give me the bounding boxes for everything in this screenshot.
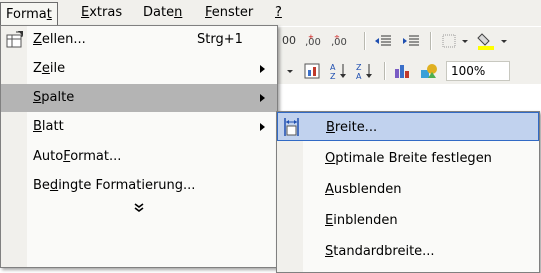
submenu-item-label: Standardbreite... — [325, 244, 435, 259]
submenu-arrow-icon — [260, 123, 265, 131]
menu-item-label: AutoFormat... — [33, 149, 122, 164]
menu-help[interactable]: ? — [270, 3, 287, 23]
svg-text:Z: Z — [356, 63, 362, 72]
menu-daten[interactable]: Daten — [138, 3, 187, 23]
submenu-item-breite[interactable]: Breite... — [277, 112, 539, 141]
separator — [430, 32, 432, 50]
menu-item-bedingte-formatierung[interactable]: Bedingte Formatierung... — [1, 172, 277, 200]
separator — [364, 32, 366, 50]
menu-item-label: Zeile — [33, 61, 66, 76]
sort-ascending-icon: A Z — [330, 63, 346, 81]
submenu-item-einblenden[interactable]: Einblenden — [277, 206, 539, 235]
zoom-select[interactable]: 100% — [446, 61, 510, 81]
menu-extras[interactable]: Extras — [76, 3, 127, 23]
menu-item-spalte[interactable]: Spalte — [1, 84, 277, 112]
chart-wizard-icon — [304, 63, 320, 79]
submenu-item-label: Optimale Breite festlegen — [325, 151, 492, 166]
menu-item-label: Zellen... — [33, 32, 86, 47]
submenu-item-ausblenden[interactable]: Ausblenden — [277, 175, 539, 204]
svg-text:A: A — [356, 72, 362, 81]
submenu-item-label: Einblenden — [325, 213, 398, 228]
fill-color-button[interactable] — [476, 31, 512, 51]
decrease-indent-icon — [375, 35, 391, 46]
menu-item-label: Blatt — [33, 119, 64, 134]
drawing-icon — [421, 64, 437, 78]
menu-item-autoformat[interactable]: AutoFormat... — [1, 143, 277, 171]
menu-item-zeile[interactable]: Zeile — [1, 55, 277, 83]
format-menu: Zellen... Strg+1 Zeile Spalte Blatt Auto… — [0, 25, 278, 268]
borders-icon — [442, 34, 468, 48]
number-format-label: 00 — [282, 34, 296, 47]
svg-text:A: A — [330, 63, 336, 72]
decrease-indent-button[interactable] — [372, 31, 394, 51]
fill-color-icon — [477, 33, 507, 50]
menu-item-zellen[interactable]: Zellen... Strg+1 — [1, 26, 277, 54]
sort-ascending-button[interactable]: A Z — [328, 61, 350, 81]
bar-chart-icon — [395, 65, 409, 78]
menu-fenster[interactable]: Fenster — [200, 3, 258, 23]
decrease-decimal-icon: ‚00÷ — [331, 33, 347, 48]
menu-item-blatt[interactable]: Blatt — [1, 113, 277, 141]
chart-button[interactable] — [392, 61, 416, 81]
svg-text:Z: Z — [330, 72, 336, 81]
borders-button[interactable] — [440, 31, 472, 51]
submenu-arrow-icon — [260, 65, 265, 73]
separator — [384, 62, 386, 80]
sort-descending-icon: Z A — [356, 63, 372, 81]
submenu-item-optimale-breite[interactable]: Optimale Breite festlegen — [277, 144, 539, 173]
increase-indent-icon — [403, 35, 419, 46]
decrease-decimal-button[interactable]: ‚00 ÷ — [330, 31, 352, 51]
expand-menu-chevron-icon[interactable] — [1, 202, 277, 220]
svg-text:+: + — [308, 33, 314, 41]
svg-text:÷: ÷ — [334, 33, 340, 41]
menu-item-label: Bedingte Formatierung... — [33, 178, 196, 193]
sort-descending-button[interactable]: Z A — [354, 61, 376, 81]
menu-item-label: Spalte — [33, 90, 75, 105]
menu-bar: Format Extras Daten Fenster ? — [0, 0, 541, 27]
submenu-item-label: Breite... — [326, 120, 378, 135]
submenu-item-label: Ausblenden — [325, 182, 402, 197]
menu-item-shortcut: Strg+1 — [197, 32, 243, 47]
dropdown-arrow-icon[interactable] — [282, 61, 302, 81]
chart-wizard-button[interactable] — [302, 61, 324, 81]
spalte-submenu: Breite... Optimale Breite festlegen Ausb… — [276, 111, 540, 273]
drawing-button[interactable] — [418, 61, 442, 81]
increase-decimal-icon: ‚00+ — [305, 33, 321, 48]
increase-indent-button[interactable] — [400, 31, 422, 51]
increase-decimal-button[interactable]: ‚00 + — [304, 31, 326, 51]
menu-format[interactable]: Format — [0, 2, 58, 27]
submenu-arrow-icon — [260, 94, 265, 102]
submenu-item-standardbreite[interactable]: Standardbreite... — [277, 237, 539, 266]
